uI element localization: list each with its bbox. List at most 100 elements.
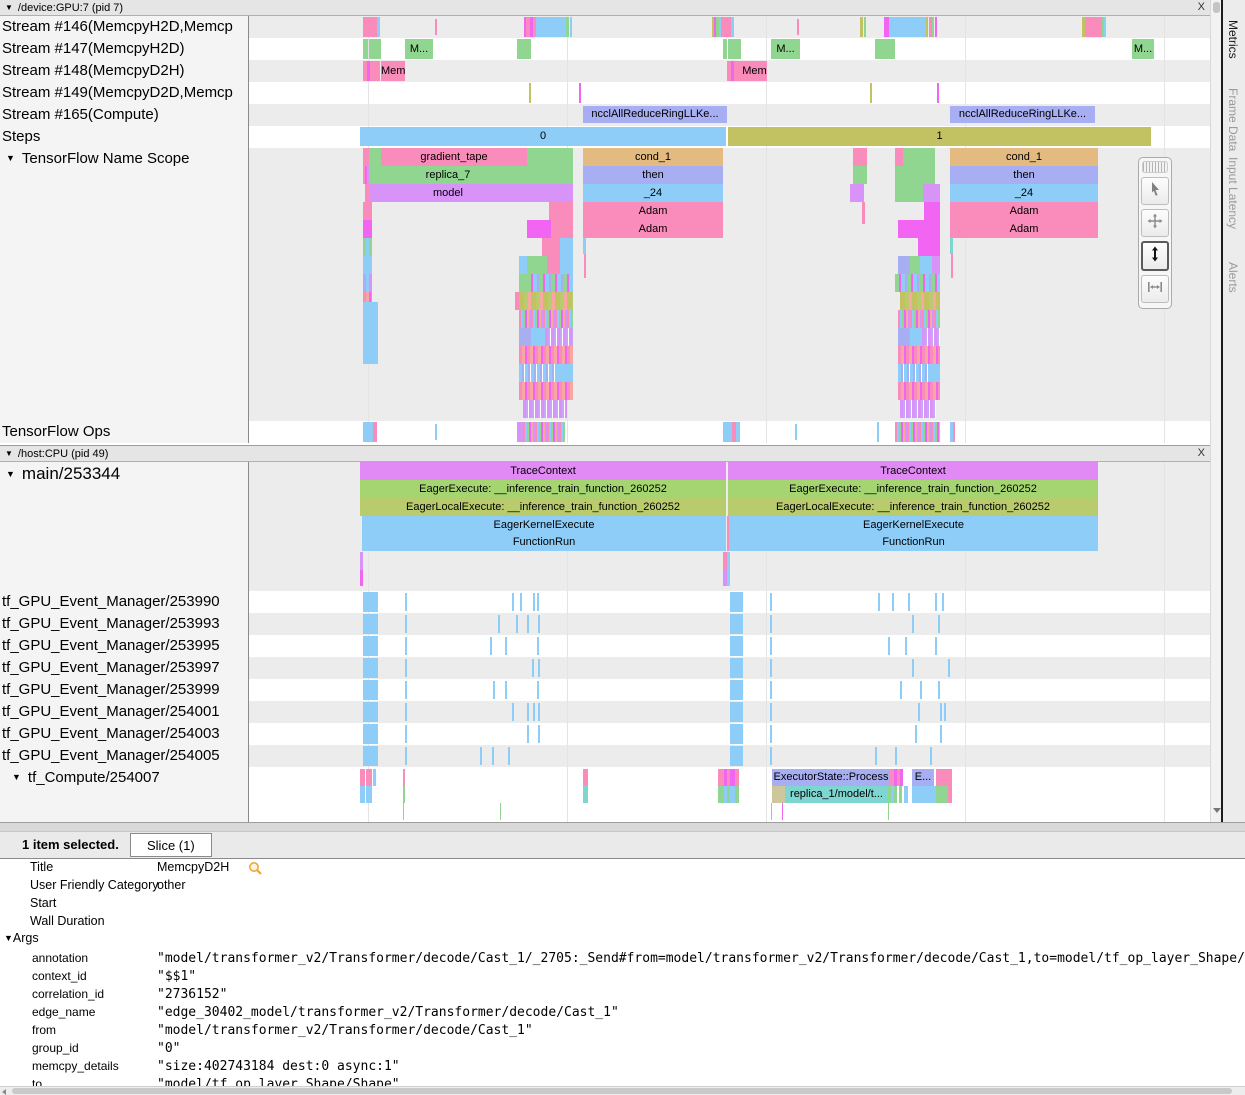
event-tick[interactable]	[935, 593, 937, 611]
trace-slice[interactable]	[519, 328, 531, 346]
trace-slice[interactable]: ncclAllReduceRingLLKe...	[950, 106, 1095, 123]
trace-slice[interactable]	[853, 148, 867, 166]
event-tick[interactable]	[905, 637, 907, 655]
event-tick[interactable]	[405, 703, 407, 721]
trace-slice[interactable]: Adam	[950, 220, 1098, 238]
trace-slice[interactable]	[363, 724, 378, 744]
event-tick[interactable]	[532, 659, 534, 677]
trace-slice[interactable]	[435, 19, 437, 35]
trace-slice[interactable]	[730, 724, 743, 744]
trace-slice[interactable]	[932, 256, 940, 274]
trace-slice[interactable]: cond_1	[950, 148, 1098, 166]
trace-slice[interactable]	[728, 39, 741, 59]
event-tick[interactable]	[512, 593, 514, 611]
trace-slice[interactable]	[932, 17, 934, 37]
trace-slice[interactable]	[363, 39, 368, 59]
trace-slice[interactable]: ExecutorState::Process	[772, 769, 890, 786]
trace-slice[interactable]: M...	[771, 39, 800, 59]
panel-divider[interactable]	[0, 822, 1245, 832]
trace-slice[interactable]	[363, 365, 367, 393]
row-label[interactable]: ▼main/253344	[6, 464, 251, 484]
event-tick[interactable]	[492, 747, 494, 765]
trace-slice[interactable]: FunctionRun	[729, 534, 1098, 551]
trace-slice[interactable]: EagerExecute: __inference_train_function…	[360, 480, 726, 498]
collapse-icon[interactable]: ▼	[12, 772, 21, 782]
trace-slice[interactable]	[735, 769, 739, 786]
trace-slice[interactable]	[536, 17, 566, 37]
trace-slice[interactable]	[860, 17, 863, 37]
event-tick[interactable]	[942, 593, 944, 611]
event-tick[interactable]	[533, 593, 535, 611]
trace-slice[interactable]	[853, 166, 867, 184]
horizontal-scrollbar[interactable]	[0, 1086, 1245, 1095]
trace-slice[interactable]	[363, 202, 372, 220]
event-tick[interactable]	[770, 747, 772, 765]
trace-slice[interactable]	[898, 202, 924, 220]
trace-slice[interactable]	[363, 636, 378, 656]
event-tick[interactable]	[405, 747, 407, 765]
trace-slice[interactable]: Adam	[950, 202, 1098, 220]
collapse-icon[interactable]: ▼	[6, 469, 15, 479]
trace-slice[interactable]	[795, 424, 797, 440]
select-tool-button[interactable]	[1141, 177, 1169, 205]
trace-slice[interactable]: Adam	[583, 202, 723, 220]
trace-slice[interactable]	[797, 19, 799, 35]
trace-slice[interactable]	[727, 552, 730, 586]
trace-slice[interactable]	[898, 346, 940, 364]
trace-slice[interactable]	[373, 422, 377, 442]
event-tick[interactable]	[770, 659, 772, 677]
trace-slice[interactable]	[519, 256, 527, 274]
trace-slice[interactable]	[547, 256, 560, 274]
trace-slice[interactable]: Mem	[742, 61, 767, 81]
trace-slice[interactable]: 1	[728, 127, 1151, 146]
trace-slice[interactable]	[369, 148, 381, 166]
trace-slice[interactable]	[363, 220, 372, 238]
event-tick[interactable]	[533, 703, 535, 721]
trace-slice[interactable]	[363, 592, 378, 612]
trace-slice[interactable]	[895, 148, 903, 166]
collapse-icon[interactable]: ▼	[5, 449, 13, 458]
trace-slice[interactable]	[363, 17, 377, 37]
trace-slice[interactable]	[735, 786, 739, 803]
trace-slice[interactable]	[900, 292, 940, 310]
event-tick[interactable]	[892, 593, 894, 611]
trace-slice[interactable]	[560, 256, 573, 274]
close-icon[interactable]: X	[1198, 446, 1205, 461]
trace-slice[interactable]: _24	[950, 184, 1098, 202]
trace-slice[interactable]	[500, 803, 501, 820]
vertical-zoom-tool-button[interactable]	[1141, 241, 1169, 271]
event-tick[interactable]	[948, 659, 950, 677]
trace-slice[interactable]	[519, 346, 573, 364]
trace-slice[interactable]	[360, 552, 363, 570]
event-tick[interactable]	[770, 681, 772, 699]
close-icon[interactable]: X	[1198, 0, 1205, 15]
trace-slice[interactable]	[736, 422, 740, 442]
trace-slice[interactable]: M...	[1132, 39, 1154, 59]
trace-slice[interactable]	[723, 422, 732, 442]
trace-slice[interactable]	[403, 803, 404, 820]
trace-slice[interactable]: TraceContext	[360, 462, 726, 480]
event-tick[interactable]	[505, 681, 507, 699]
trace-slice[interactable]	[912, 786, 936, 803]
trace-slice[interactable]	[910, 256, 920, 274]
trace-slice[interactable]	[529, 83, 531, 103]
event-tick[interactable]	[512, 703, 514, 721]
event-tick[interactable]	[405, 681, 407, 699]
trace-slice[interactable]	[864, 17, 866, 37]
trace-slice[interactable]: EagerExecute: __inference_train_function…	[728, 480, 1098, 498]
trace-slice[interactable]	[922, 328, 940, 346]
trace-slice[interactable]	[730, 614, 743, 634]
row-label[interactable]: ▼tf_Compute/254007	[12, 769, 257, 786]
event-tick[interactable]	[520, 593, 522, 611]
event-tick[interactable]	[930, 747, 932, 765]
event-tick[interactable]	[895, 747, 897, 765]
event-tick[interactable]	[935, 637, 937, 655]
event-tick[interactable]	[900, 681, 902, 699]
trace-slice[interactable]	[924, 202, 940, 220]
event-tick[interactable]	[493, 681, 495, 699]
trace-slice[interactable]	[519, 310, 573, 328]
trace-slice[interactable]	[900, 400, 936, 418]
trace-slice[interactable]	[549, 202, 573, 220]
event-tick[interactable]	[405, 659, 407, 677]
trace-slice[interactable]: EagerLocalExecute: __inference_train_fun…	[728, 498, 1098, 516]
